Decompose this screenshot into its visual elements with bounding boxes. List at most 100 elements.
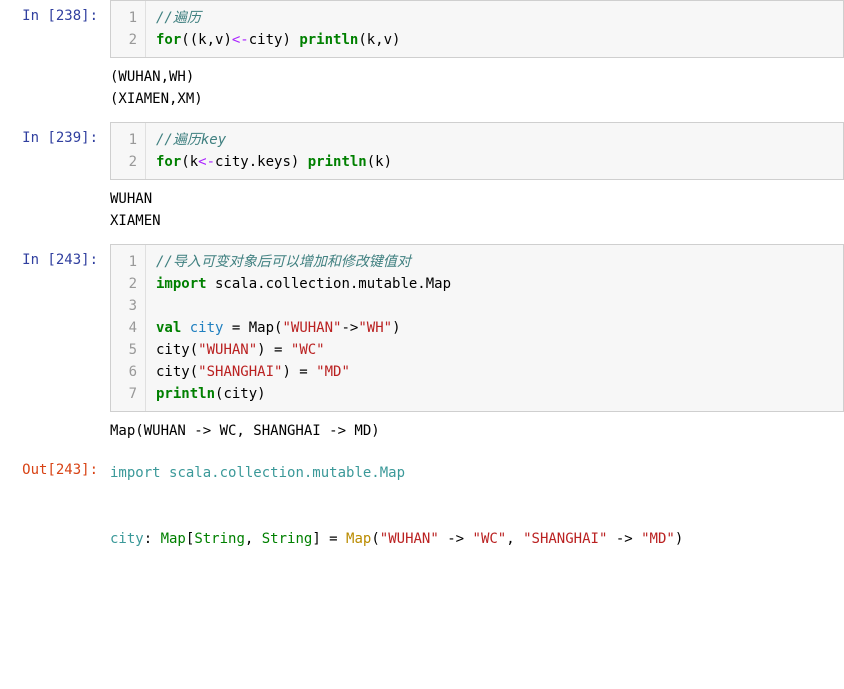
code-token: (k) <box>367 154 392 170</box>
line-number: 1 <box>119 129 137 151</box>
code-token: println <box>308 154 367 170</box>
code-token: city <box>110 531 144 547</box>
output-line: (XIAMEN,XM) <box>110 88 844 110</box>
code-token: "WC" <box>291 342 325 358</box>
input-prompt: In [243]: <box>0 244 110 412</box>
code-token: ) = <box>282 364 316 380</box>
code-token: //导入可变对象后可以增加和修改键值对 <box>156 254 411 270</box>
output-cell: WUHANXIAMEN <box>0 180 844 244</box>
code-line: import scala.collection.mutable.Map <box>156 273 833 295</box>
code-token: println <box>156 386 215 402</box>
line-number: 6 <box>119 361 137 383</box>
code-token: <- <box>198 154 215 170</box>
code-token: , <box>506 531 523 547</box>
code-area[interactable]: //遍历 for((k,v)<-city) println(k,v) <box>146 1 843 57</box>
code-token: //遍历key <box>156 132 226 148</box>
code-token: : <box>144 531 161 547</box>
code-line: //遍历key <box>156 129 833 151</box>
code-token <box>181 320 189 336</box>
code-token: "SHANGHAI" <box>198 364 282 380</box>
code-token: scala.collection.mutable.Map <box>207 276 451 292</box>
code-line: city("SHANGHAI") = "MD" <box>156 361 833 383</box>
code-area[interactable]: //遍历key for(k<-city.keys) println(k) <box>146 123 843 179</box>
code-token: (k <box>181 154 198 170</box>
code-token: city( <box>156 364 198 380</box>
code-token: -> <box>341 320 358 336</box>
code-token: = Map( <box>223 320 282 336</box>
code-token: for <box>156 154 181 170</box>
line-number-gutter: 12 <box>111 1 146 57</box>
code-cell: In [243]:1234567 //导入可变对象后可以增加和修改键值对 impor… <box>0 244 844 412</box>
line-number-gutter: 12 <box>111 123 146 179</box>
code-line: for(k<-city.keys) println(k) <box>156 151 833 173</box>
code-token: String <box>194 531 245 547</box>
line-number: 4 <box>119 317 137 339</box>
line-number-gutter: 1234567 <box>111 245 146 411</box>
output-cell: (WUHAN,WH)(XIAMEN,XM) <box>0 58 844 122</box>
code-token: Map <box>161 531 186 547</box>
notebook-container: In [238]:12//遍历for((k,v)<-city) println(… <box>0 0 844 562</box>
code-token: "MD" <box>316 364 350 380</box>
stdout-output: Map(WUHAN -> WC, SHANGHAI -> MD) <box>110 412 844 454</box>
code-token: Map <box>346 531 371 547</box>
code-token: "WUHAN" <box>282 320 341 336</box>
code-editor[interactable]: 1234567 //导入可变对象后可以增加和修改键值对 import scala.c… <box>110 244 844 412</box>
stdout-output: (WUHAN,WH)(XIAMEN,XM) <box>110 58 844 122</box>
output-line: Map(WUHAN -> WC, SHANGHAI -> MD) <box>110 420 844 442</box>
code-line: city("WUHAN") = "WC" <box>156 339 833 361</box>
code-token: "WUHAN" <box>198 342 257 358</box>
line-number: 5 <box>119 339 137 361</box>
line-number: 2 <box>119 29 137 51</box>
code-cell: In [238]:12//遍历for((k,v)<-city) println(… <box>0 0 844 58</box>
code-token: city) <box>249 32 300 48</box>
code-token: for <box>156 32 181 48</box>
input-prompt: In [238]: <box>0 0 110 58</box>
code-token: ) = <box>257 342 291 358</box>
code-token: -> <box>439 531 473 547</box>
result-line: import scala.collection.mutable.Map <box>110 462 844 484</box>
code-line: println(city) <box>156 383 833 405</box>
code-token: "SHANGHAI" <box>523 531 607 547</box>
code-token: ( <box>371 531 379 547</box>
code-token: val <box>156 320 181 336</box>
code-token: <- <box>232 32 249 48</box>
result-cell: Out[243]:import scala.collection.mutable… <box>0 454 844 562</box>
code-token: //遍历 <box>156 10 201 26</box>
code-line: for((k,v)<-city) println(k,v) <box>156 29 833 51</box>
line-number: 1 <box>119 251 137 273</box>
output-line: (WUHAN,WH) <box>110 66 844 88</box>
code-line: //导入可变对象后可以增加和修改键值对 <box>156 251 833 273</box>
code-token: scala.collection.mutable.Map <box>169 465 405 481</box>
result-line <box>110 484 844 506</box>
code-line: //遍历 <box>156 7 833 29</box>
execute-result: import scala.collection.mutable.Map city… <box>110 454 844 562</box>
line-number: 1 <box>119 7 137 29</box>
code-token: "WH" <box>358 320 392 336</box>
code-line <box>156 295 833 317</box>
code-token: String <box>262 531 313 547</box>
stdout-output: WUHANXIAMEN <box>110 180 844 244</box>
code-token: city.keys) <box>215 154 308 170</box>
output-cell: Map(WUHAN -> WC, SHANGHAI -> MD) <box>0 412 844 454</box>
output-prompt: Out[243]: <box>0 454 110 562</box>
code-cell: In [239]:12 //遍历key for(k<-city.keys) prin… <box>0 122 844 180</box>
line-number: 2 <box>119 273 137 295</box>
result-line <box>110 506 844 528</box>
code-token: ] = <box>312 531 346 547</box>
code-token: "MD" <box>641 531 675 547</box>
output-line: WUHAN <box>110 188 844 210</box>
code-token: -> <box>607 531 641 547</box>
code-editor[interactable]: 12 //遍历key for(k<-city.keys) println(k) <box>110 122 844 180</box>
code-token: import <box>110 465 169 481</box>
code-token: (city) <box>215 386 266 402</box>
input-prompt: In [239]: <box>0 122 110 180</box>
code-editor[interactable]: 12 //遍历 for((k,v)<-city) println(k,v) <box>110 0 844 58</box>
code-token: println <box>299 32 358 48</box>
output-line: XIAMEN <box>110 210 844 232</box>
line-number: 3 <box>119 295 137 317</box>
code-token: "WUHAN" <box>380 531 439 547</box>
code-token: "WC" <box>473 531 507 547</box>
code-token: , <box>245 531 262 547</box>
code-area[interactable]: //导入可变对象后可以增加和修改键值对 import scala.collecti… <box>146 245 843 411</box>
code-token: import <box>156 276 207 292</box>
